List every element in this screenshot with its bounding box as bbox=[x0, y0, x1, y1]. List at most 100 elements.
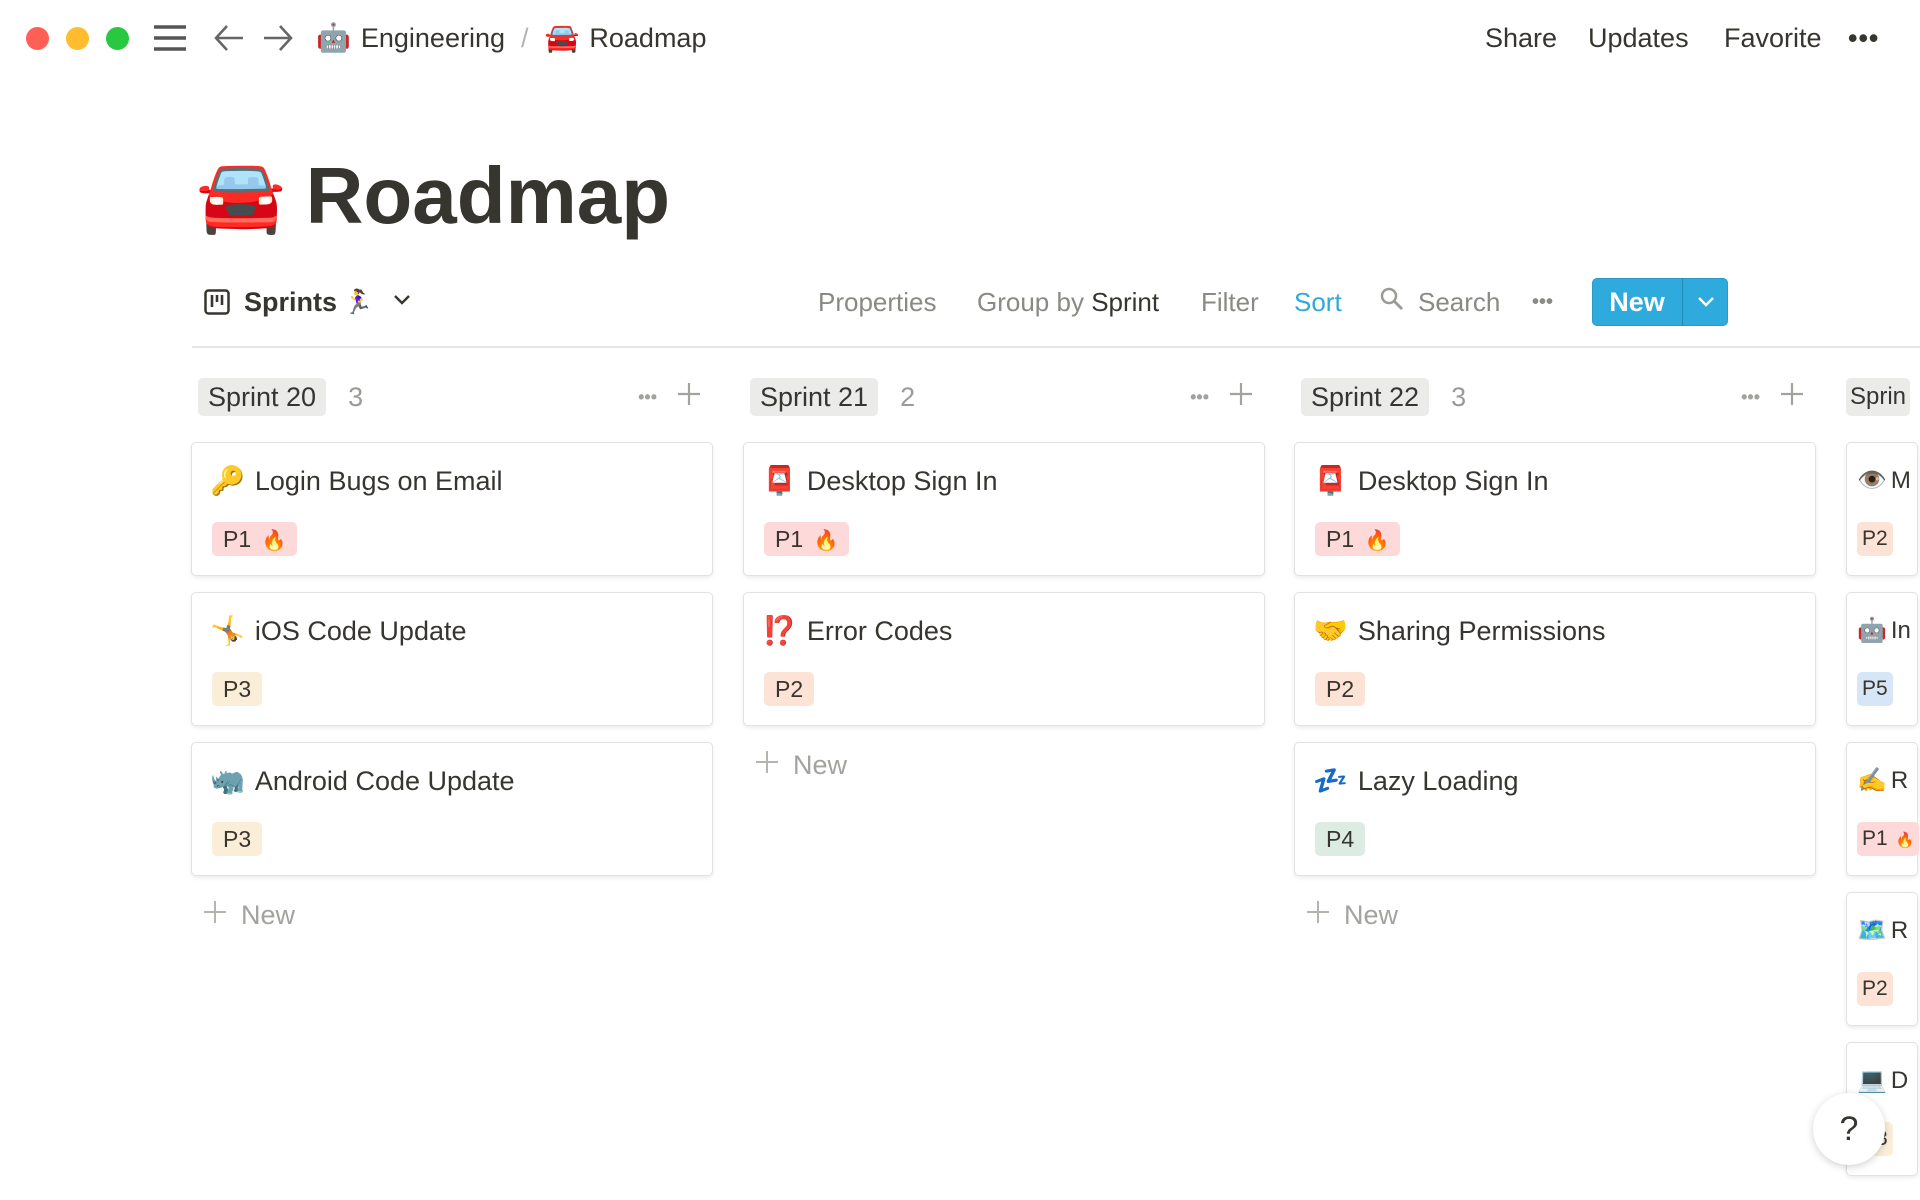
column-count: 3 bbox=[348, 381, 364, 412]
add-new-card-button[interactable]: New bbox=[203, 900, 295, 931]
search-icon bbox=[1380, 284, 1404, 320]
add-new-label: New bbox=[241, 900, 296, 930]
card-emoji-icon: 🗺️ bbox=[1857, 917, 1887, 944]
priority-tag: P1 🔥 bbox=[764, 522, 850, 556]
board-card[interactable]: 💤 Lazy Loading P4 bbox=[1294, 742, 1816, 876]
column-name[interactable]: Sprin bbox=[1846, 378, 1911, 416]
board-column: Sprint 20 3 ••• 🔑 Login Bugs on Email P1 🔥 🤸 iO… bbox=[191, 376, 713, 930]
board-card[interactable]: ✍️ R P1 🔥 bbox=[1846, 742, 1920, 876]
add-card-plus-icon[interactable] bbox=[677, 381, 701, 413]
column-name[interactable]: Sprint 21 bbox=[750, 378, 879, 416]
more-view-options-icon[interactable]: ••• bbox=[1532, 284, 1553, 320]
priority-tag: P2 bbox=[1857, 972, 1893, 1006]
group-by-prefix: Group by bbox=[977, 287, 1084, 317]
board-card[interactable]: 🗺️ R P2 bbox=[1846, 892, 1918, 1026]
card-title: 📮 Desktop Sign In bbox=[1313, 461, 1548, 501]
card-title-text: D bbox=[1890, 1067, 1909, 1094]
column-more-icon[interactable]: ••• bbox=[1741, 387, 1760, 408]
card-title-text: In bbox=[1890, 617, 1911, 644]
chevron-down-icon bbox=[393, 293, 411, 311]
priority-tag: P2 bbox=[1315, 672, 1366, 706]
breadcrumb: 🤖 Engineering / 🚘 Roadmap bbox=[316, 20, 706, 56]
priority-label: P5 bbox=[1862, 677, 1888, 700]
more-options-icon[interactable]: ••• bbox=[1848, 20, 1879, 56]
fire-icon: 🔥 bbox=[813, 530, 839, 552]
plus-icon bbox=[203, 900, 227, 931]
plus-icon bbox=[1306, 900, 1330, 931]
add-new-card-button[interactable]: New bbox=[1306, 900, 1398, 931]
car-icon: 🚘 bbox=[544, 22, 580, 53]
board-card[interactable]: ⁉️ Error Codes P2 bbox=[743, 592, 1265, 726]
priority-label: P4 bbox=[1326, 826, 1355, 852]
card-title-text: M bbox=[1890, 467, 1911, 494]
breadcrumb-item-engineering[interactable]: 🤖 Engineering bbox=[316, 20, 505, 56]
minimize-window-button[interactable] bbox=[66, 27, 89, 50]
group-by-button[interactable]: Group by Sprint bbox=[977, 284, 1159, 320]
toolbar-divider bbox=[192, 346, 1920, 348]
breadcrumb-item-roadmap[interactable]: 🚘 Roadmap bbox=[545, 20, 707, 56]
properties-button[interactable]: Properties bbox=[818, 284, 937, 320]
card-title: 🤸 iOS Code Update bbox=[210, 611, 467, 651]
new-button[interactable]: New bbox=[1592, 278, 1728, 326]
card-emoji-icon: 💻 bbox=[1857, 1067, 1887, 1094]
card-title-text: Desktop Sign In bbox=[1357, 466, 1549, 496]
column-more-icon[interactable]: ••• bbox=[638, 387, 657, 408]
breadcrumb-label: Roadmap bbox=[589, 23, 707, 53]
forward-arrow-icon[interactable] bbox=[263, 24, 293, 57]
priority-tag: P2 bbox=[764, 672, 815, 706]
page-icon-car[interactable]: 🚘 bbox=[196, 148, 286, 244]
priority-tag: P3 bbox=[212, 822, 263, 856]
priority-label: P2 bbox=[1326, 676, 1355, 702]
column-name[interactable]: Sprint 20 bbox=[198, 378, 327, 416]
card-title-text: R bbox=[1890, 767, 1909, 794]
back-arrow-icon[interactable] bbox=[214, 24, 244, 57]
priority-label: P1 bbox=[775, 526, 804, 552]
close-window-button[interactable] bbox=[26, 27, 49, 50]
add-card-plus-icon[interactable] bbox=[1780, 381, 1804, 413]
search-button[interactable]: Search bbox=[1380, 284, 1500, 320]
board-column: Sprint 21 2 ••• 📮 Desktop Sign In P1 🔥 ⁉️ Error… bbox=[743, 376, 1265, 780]
new-dropdown-chevron-icon[interactable] bbox=[1683, 291, 1728, 314]
card-emoji-icon: 🤸 bbox=[210, 615, 245, 646]
column-header: Sprint 22 3 ••• bbox=[1294, 376, 1816, 418]
priority-tag: P1 🔥 bbox=[1315, 522, 1401, 556]
card-title: 👁️ M bbox=[1857, 461, 1911, 501]
updates-button[interactable]: Updates bbox=[1588, 20, 1689, 56]
card-title: ⁉️ Error Codes bbox=[762, 611, 952, 651]
share-button[interactable]: Share bbox=[1485, 20, 1557, 56]
card-emoji-icon: 👁️ bbox=[1857, 467, 1887, 494]
board-card[interactable]: 🔑 Login Bugs on Email P1 🔥 bbox=[191, 442, 713, 576]
column-more-icon[interactable]: ••• bbox=[1190, 387, 1209, 408]
column-count: 3 bbox=[1451, 381, 1467, 412]
card-emoji-icon: 💤 bbox=[1313, 765, 1348, 796]
priority-label: P3 bbox=[223, 826, 252, 852]
menu-icon[interactable] bbox=[154, 24, 186, 52]
column-name[interactable]: Sprint 22 bbox=[1301, 378, 1430, 416]
zoom-window-button[interactable] bbox=[106, 27, 129, 50]
sort-button[interactable]: Sort bbox=[1294, 284, 1342, 320]
card-title-text: Error Codes bbox=[806, 616, 953, 646]
help-button[interactable]: ? bbox=[1813, 1093, 1885, 1165]
board-card[interactable]: 🤖 In P5 bbox=[1846, 592, 1918, 726]
board-column: Sprin👁️MP2🤖InP5✍️RP1 🔥🗺️RP2💻DP3 bbox=[1846, 376, 1920, 1176]
board-card[interactable]: 🤸 iOS Code Update P3 bbox=[191, 592, 713, 726]
page-title-text[interactable]: Roadmap bbox=[306, 148, 671, 244]
priority-tag: P1 🔥 bbox=[212, 522, 298, 556]
priority-label: P2 bbox=[775, 676, 804, 702]
view-selector[interactable]: Sprints 🏃‍♀️ bbox=[204, 284, 411, 320]
add-card-plus-icon[interactable] bbox=[1229, 381, 1253, 413]
column-header: Sprint 21 2 ••• bbox=[743, 376, 1265, 418]
board-card[interactable]: 🦏 Android Code Update P3 bbox=[191, 742, 713, 876]
card-emoji-icon: 🤖 bbox=[1857, 617, 1887, 644]
filter-button[interactable]: Filter bbox=[1201, 284, 1259, 320]
search-label: Search bbox=[1418, 287, 1501, 317]
board-card[interactable]: 🤝 Sharing Permissions P2 bbox=[1294, 592, 1816, 726]
card-title: ✍️ R bbox=[1857, 761, 1908, 801]
board-card[interactable]: 📮 Desktop Sign In P1 🔥 bbox=[743, 442, 1265, 576]
favorite-button[interactable]: Favorite bbox=[1724, 20, 1822, 56]
add-new-card-button[interactable]: New bbox=[755, 750, 847, 781]
card-title-text: iOS Code Update bbox=[254, 616, 467, 646]
board-card[interactable]: 📮 Desktop Sign In P1 🔥 bbox=[1294, 442, 1816, 576]
board-card[interactable]: 👁️ M P2 bbox=[1846, 442, 1918, 576]
card-title-text: Login Bugs on Email bbox=[254, 466, 503, 496]
